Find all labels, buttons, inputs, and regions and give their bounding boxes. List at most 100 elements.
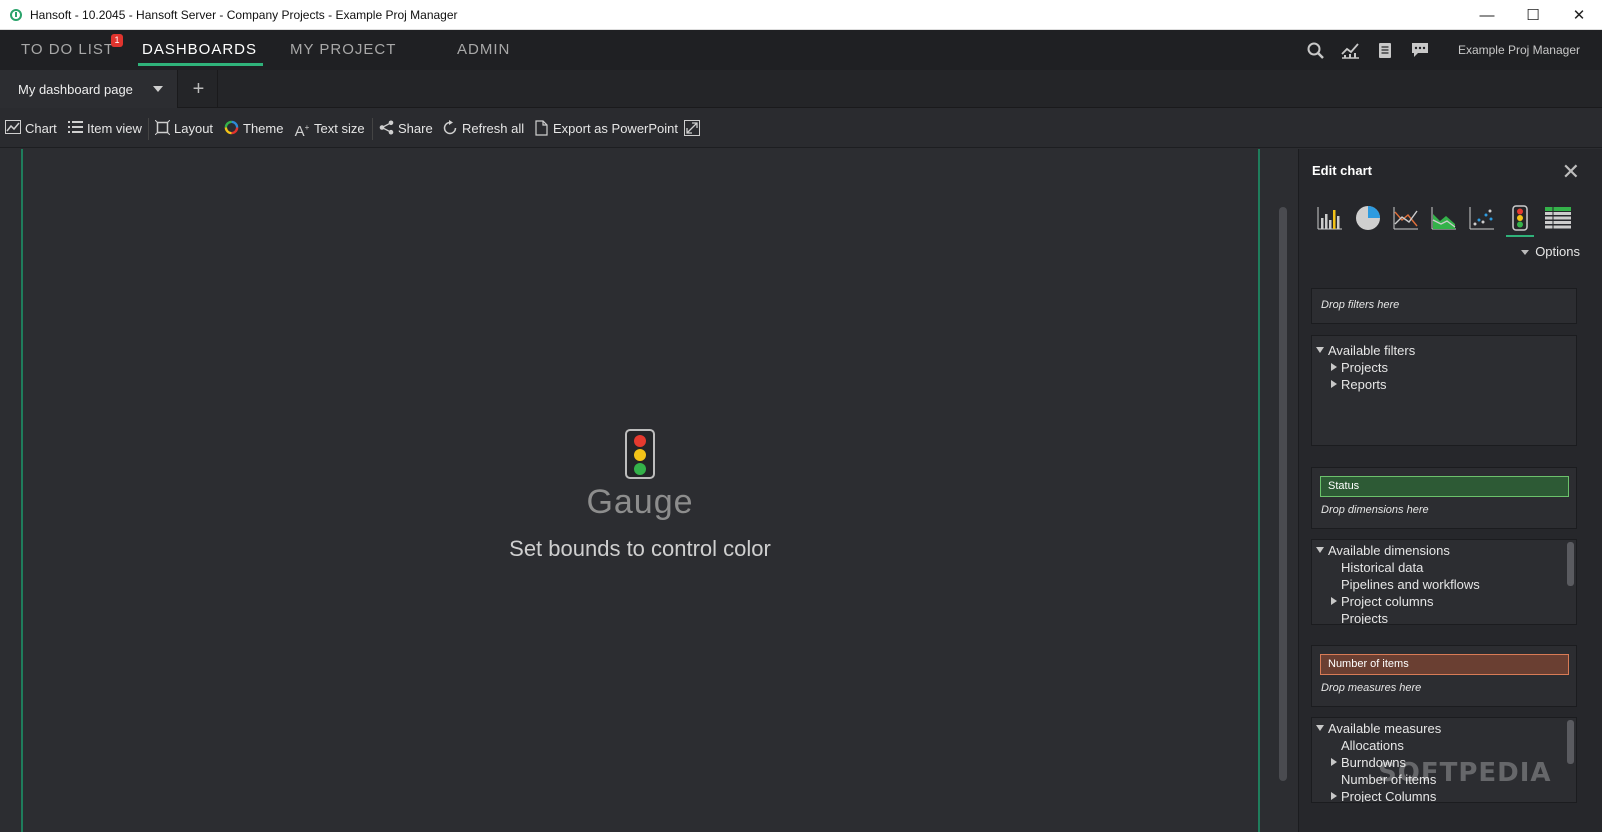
- red-light: [634, 435, 646, 447]
- line-chart-icon[interactable]: [1387, 201, 1425, 235]
- tab-todo-list[interactable]: TO DO LIST: [21, 30, 114, 70]
- layout-guide-right: [1258, 149, 1260, 832]
- options-toggle[interactable]: Options: [1521, 244, 1580, 259]
- tree-node-available-dimensions[interactable]: Available dimensions: [1312, 542, 1576, 559]
- tree-node-project-columns[interactable]: Project Columns: [1312, 788, 1576, 802]
- share-label: Share: [398, 120, 433, 136]
- theme-button[interactable]: Theme: [223, 108, 283, 148]
- share-icon: [378, 120, 394, 136]
- measures-drop-zone[interactable]: Number of items Drop measures here: [1311, 645, 1577, 707]
- tab-todo-list-label: TO DO LIST: [21, 41, 115, 58]
- todo-count-badge: 1: [111, 34, 123, 47]
- dashboard-page-tab[interactable]: My dashboard page: [0, 70, 178, 108]
- chart-button-label: Chart: [25, 120, 57, 136]
- chevron-down-icon[interactable]: [153, 86, 163, 92]
- chat-icon[interactable]: [1403, 30, 1438, 70]
- gauge-subtitle: Set bounds to control color: [509, 536, 771, 561]
- item-view-label: Item view: [87, 120, 142, 136]
- dashboard-page-bar: My dashboard page +: [0, 70, 1602, 108]
- hansoft-app-icon: [10, 8, 22, 21]
- available-filters-tree: Available filters Projects Reports: [1311, 335, 1577, 446]
- status-dimension-chip[interactable]: Status: [1320, 476, 1569, 497]
- tree-node-project-columns[interactable]: Project columns: [1312, 593, 1576, 610]
- tree-node-available-measures[interactable]: Available measures: [1312, 720, 1576, 737]
- layout-guide-left: [21, 149, 23, 832]
- gauge-title: Gauge: [586, 483, 694, 521]
- gauge-chart-icon[interactable]: [1501, 201, 1539, 237]
- tab-admin[interactable]: ADMIN: [457, 30, 510, 70]
- chevron-down-icon[interactable]: [1316, 725, 1324, 731]
- tab-dashboards[interactable]: DASHBOARDS: [137, 30, 264, 70]
- chevron-down-icon[interactable]: [1316, 547, 1324, 553]
- fullscreen-button[interactable]: [684, 108, 704, 148]
- minimize-button[interactable]: —: [1464, 0, 1510, 30]
- tab-admin-label: ADMIN: [457, 41, 511, 58]
- close-window-button[interactable]: ✕: [1556, 0, 1602, 30]
- dashboard-page-name: My dashboard page: [18, 81, 133, 97]
- layout-button[interactable]: Layout: [154, 108, 213, 148]
- tree-node-allocations[interactable]: Allocations: [1312, 737, 1576, 754]
- dashboard-toolbar: Chart Item view Layout Theme A+ Text siz…: [0, 108, 1602, 148]
- export-powerpoint-label: Export as PowerPoint: [553, 120, 679, 136]
- pie-chart-icon[interactable]: [1349, 201, 1387, 235]
- table-chart-icon[interactable]: [1539, 201, 1577, 235]
- gauge-placeholder[interactable]: Gauge Set bounds to control color: [440, 429, 840, 562]
- analytics-icon[interactable]: [1333, 30, 1368, 70]
- tree-node-projects[interactable]: Projects: [1312, 610, 1576, 624]
- options-label: Options: [1535, 244, 1580, 259]
- nav-icon-group: Example Proj Manager: [1298, 30, 1602, 70]
- panel-title: Edit chart: [1312, 163, 1372, 178]
- filters-drop-zone[interactable]: Drop filters here: [1311, 288, 1577, 324]
- export-powerpoint-button[interactable]: Export as PowerPoint: [533, 108, 678, 148]
- dimensions-drop-zone[interactable]: Status Drop dimensions here: [1311, 467, 1577, 529]
- close-icon[interactable]: ✕: [1562, 159, 1580, 185]
- refresh-all-button[interactable]: Refresh all: [442, 108, 524, 148]
- tab-dashboards-label: DASHBOARDS: [142, 41, 258, 58]
- tab-my-project[interactable]: MY PROJECT: [290, 30, 396, 70]
- current-user[interactable]: Example Proj Manager: [1458, 43, 1580, 57]
- expand-icon: [684, 120, 700, 136]
- share-button[interactable]: Share: [378, 108, 433, 148]
- window-controls: — ☐ ✕: [1464, 0, 1602, 30]
- list-icon: [67, 120, 83, 136]
- available-dimensions-tree: Available dimensions Historical data Pip…: [1311, 539, 1577, 625]
- chevron-down-icon: [1521, 250, 1530, 256]
- tab-my-project-label: MY PROJECT: [290, 41, 397, 58]
- chevron-right-icon[interactable]: [1331, 380, 1337, 388]
- layout-label: Layout: [174, 120, 214, 136]
- refresh-all-label: Refresh all: [462, 120, 525, 136]
- chevron-right-icon[interactable]: [1331, 597, 1337, 605]
- document-icon[interactable]: [1368, 30, 1403, 70]
- yellow-light: [634, 449, 646, 461]
- drop-measures-hint: Drop measures here: [1321, 682, 1422, 694]
- chart-type-selector: [1311, 201, 1591, 237]
- area-chart-icon[interactable]: [1425, 201, 1463, 235]
- tree-node-available-filters[interactable]: Available filters: [1312, 342, 1576, 359]
- drop-dimensions-hint: Drop dimensions here: [1321, 504, 1429, 516]
- search-icon[interactable]: [1298, 30, 1333, 70]
- softpedia-watermark: SOFTPEDIA: [1378, 758, 1552, 788]
- tree-node-reports[interactable]: Reports: [1312, 376, 1576, 393]
- chart-icon: [5, 120, 21, 136]
- item-view-button[interactable]: Item view: [67, 108, 142, 148]
- chart-button[interactable]: Chart: [5, 108, 57, 148]
- tree-node-projects[interactable]: Projects: [1312, 359, 1576, 376]
- number-of-items-measure-chip[interactable]: Number of items: [1320, 654, 1569, 675]
- scatter-chart-icon[interactable]: [1463, 201, 1501, 235]
- chevron-right-icon[interactable]: [1331, 363, 1337, 371]
- tree-node-historical-data[interactable]: Historical data: [1312, 559, 1576, 576]
- chevron-right-icon[interactable]: [1331, 792, 1337, 800]
- canvas-scrollbar[interactable]: [1279, 207, 1287, 781]
- text-size-icon: A+: [294, 123, 310, 140]
- text-size-button[interactable]: A+ Text size: [294, 108, 365, 148]
- tree-node-pipelines-workflows[interactable]: Pipelines and workflows: [1312, 576, 1576, 593]
- traffic-light-icon: [625, 429, 655, 479]
- add-page-button[interactable]: +: [180, 70, 218, 108]
- chevron-down-icon[interactable]: [1316, 347, 1324, 353]
- toolbar-separator: [148, 118, 149, 140]
- maximize-button[interactable]: ☐: [1510, 0, 1556, 30]
- dashboard-canvas[interactable]: Gauge Set bounds to control color: [0, 149, 1298, 832]
- chevron-right-icon[interactable]: [1331, 758, 1337, 766]
- bar-chart-icon[interactable]: [1311, 201, 1349, 235]
- main-navigation: TO DO LIST 1 DASHBOARDS MY PROJECT ADMIN…: [0, 30, 1602, 70]
